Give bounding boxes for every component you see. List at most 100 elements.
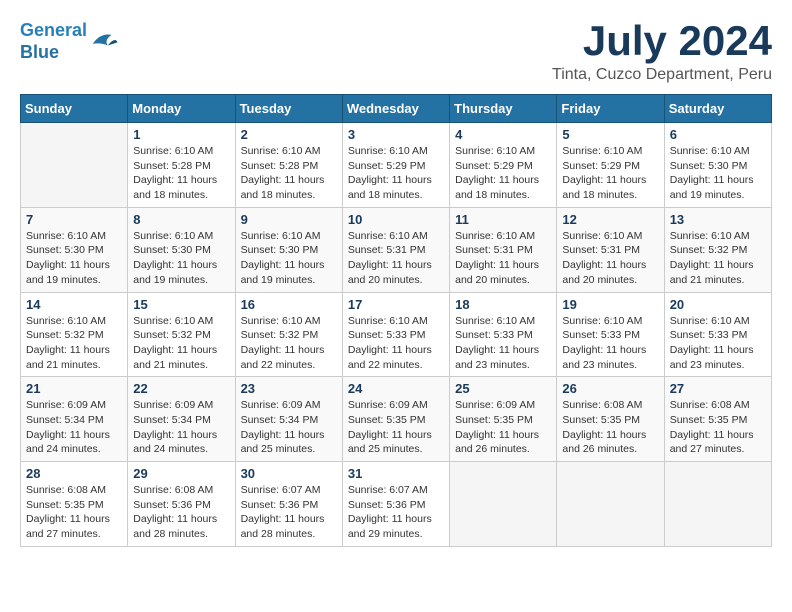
day-info: Sunrise: 6:08 AM Sunset: 5:36 PM Dayligh… (133, 483, 229, 542)
day-info: Sunrise: 6:10 AM Sunset: 5:29 PM Dayligh… (348, 144, 444, 203)
calendar-cell: 11Sunrise: 6:10 AM Sunset: 5:31 PM Dayli… (450, 207, 557, 292)
day-header-friday: Friday (557, 95, 664, 123)
day-info: Sunrise: 6:08 AM Sunset: 5:35 PM Dayligh… (26, 483, 122, 542)
week-row-3: 14 Sunrise: 6:10 AM Sunset: 5:32 PM Dayli… (21, 292, 772, 377)
day-number: 12 (562, 212, 658, 227)
day-number: 30 (241, 466, 337, 481)
day-info: Sunrise: 6:10 AM Sunset: 5:33 PM Dayligh… (348, 314, 444, 373)
day-info: Sunrise: 6:08 AM Sunset: 5:35 PM Dayligh… (670, 398, 766, 457)
day-number: 16 (241, 297, 337, 312)
logo-line2: Blue (20, 42, 59, 62)
day-number: 4 (455, 127, 551, 142)
day-number: 20 (670, 297, 766, 312)
day-info: Sunrise: 6:10 AM Sunset: 5:31 PM Dayligh… (348, 229, 444, 288)
calendar-cell: 24 Sunrise: 6:09 AM Sunset: 5:35 PM Dayli… (342, 377, 449, 462)
week-row-4: 21 Sunrise: 6:09 AM Sunset: 5:34 PM Dayli… (21, 377, 772, 462)
calendar-cell: 17Sunrise: 6:10 AM Sunset: 5:33 PM Dayli… (342, 292, 449, 377)
day-header-tuesday: Tuesday (235, 95, 342, 123)
day-info: Sunrise: 6:10 AM Sunset: 5:33 PM Dayligh… (562, 314, 658, 373)
day-info: Sunrise: 6:08 AM Sunset: 5:35 PM Dayligh… (562, 398, 658, 457)
day-number: 29 (133, 466, 229, 481)
calendar-cell: 19 Sunrise: 6:10 AM Sunset: 5:33 PM Dayli… (557, 292, 664, 377)
week-row-1: 1 Sunrise: 6:10 AM Sunset: 5:28 PM Daylig… (21, 123, 772, 208)
day-number: 9 (241, 212, 337, 227)
day-number: 18 (455, 297, 551, 312)
location: Tinta, Cuzco Department, Peru (552, 66, 772, 84)
calendar-cell (664, 462, 771, 547)
day-number: 19 (562, 297, 658, 312)
day-number: 23 (241, 381, 337, 396)
calendar-cell: 15 Sunrise: 6:10 AM Sunset: 5:32 PM Dayli… (128, 292, 235, 377)
logo-line1: General (20, 20, 87, 40)
day-number: 1 (133, 127, 229, 142)
day-info: Sunrise: 6:10 AM Sunset: 5:30 PM Dayligh… (133, 229, 229, 288)
calendar-cell: 27Sunrise: 6:08 AM Sunset: 5:35 PM Dayli… (664, 377, 771, 462)
calendar-cell: 2Sunrise: 6:10 AM Sunset: 5:28 PM Daylig… (235, 123, 342, 208)
calendar-cell: 13Sunrise: 6:10 AM Sunset: 5:32 PM Dayli… (664, 207, 771, 292)
day-number: 24 (348, 381, 444, 396)
logo: General Blue (20, 20, 119, 63)
day-info: Sunrise: 6:09 AM Sunset: 5:34 PM Dayligh… (26, 398, 122, 457)
calendar-cell: 8 Sunrise: 6:10 AM Sunset: 5:30 PM Daylig… (128, 207, 235, 292)
day-number: 5 (562, 127, 658, 142)
calendar-cell: 9 Sunrise: 6:10 AM Sunset: 5:30 PM Daylig… (235, 207, 342, 292)
day-info: Sunrise: 6:10 AM Sunset: 5:33 PM Dayligh… (455, 314, 551, 373)
calendar-cell: 5 Sunrise: 6:10 AM Sunset: 5:29 PM Daylig… (557, 123, 664, 208)
day-number: 21 (26, 381, 122, 396)
day-info: Sunrise: 6:09 AM Sunset: 5:34 PM Dayligh… (241, 398, 337, 457)
day-info: Sunrise: 6:07 AM Sunset: 5:36 PM Dayligh… (241, 483, 337, 542)
calendar-cell: 20 Sunrise: 6:10 AM Sunset: 5:33 PM Dayli… (664, 292, 771, 377)
calendar-cell: 30 Sunrise: 6:07 AM Sunset: 5:36 PM Dayli… (235, 462, 342, 547)
week-row-2: 7 Sunrise: 6:10 AM Sunset: 5:30 PM Daylig… (21, 207, 772, 292)
day-number: 3 (348, 127, 444, 142)
calendar-cell: 14 Sunrise: 6:10 AM Sunset: 5:32 PM Dayli… (21, 292, 128, 377)
calendar-cell: 22 Sunrise: 6:09 AM Sunset: 5:34 PM Dayli… (128, 377, 235, 462)
day-info: Sunrise: 6:10 AM Sunset: 5:30 PM Dayligh… (26, 229, 122, 288)
day-number: 26 (562, 381, 658, 396)
day-info: Sunrise: 6:10 AM Sunset: 5:32 PM Dayligh… (26, 314, 122, 373)
calendar-cell: 7 Sunrise: 6:10 AM Sunset: 5:30 PM Daylig… (21, 207, 128, 292)
day-number: 14 (26, 297, 122, 312)
day-number: 7 (26, 212, 122, 227)
day-info: Sunrise: 6:10 AM Sunset: 5:31 PM Dayligh… (455, 229, 551, 288)
logo-bird-icon (89, 27, 119, 57)
page-header: General Blue July 2024 Tinta, Cuzco Depa… (20, 20, 772, 84)
calendar-cell: 18 Sunrise: 6:10 AM Sunset: 5:33 PM Dayli… (450, 292, 557, 377)
day-number: 28 (26, 466, 122, 481)
day-info: Sunrise: 6:09 AM Sunset: 5:34 PM Dayligh… (133, 398, 229, 457)
day-number: 22 (133, 381, 229, 396)
week-row-5: 28 Sunrise: 6:08 AM Sunset: 5:35 PM Dayli… (21, 462, 772, 547)
day-info: Sunrise: 6:10 AM Sunset: 5:30 PM Dayligh… (670, 144, 766, 203)
calendar-cell: 16 Sunrise: 6:10 AM Sunset: 5:32 PM Dayli… (235, 292, 342, 377)
calendar-cell: 10 Sunrise: 6:10 AM Sunset: 5:31 PM Dayli… (342, 207, 449, 292)
day-info: Sunrise: 6:10 AM Sunset: 5:29 PM Dayligh… (455, 144, 551, 203)
day-info: Sunrise: 6:10 AM Sunset: 5:33 PM Dayligh… (670, 314, 766, 373)
calendar-cell: 31Sunrise: 6:07 AM Sunset: 5:36 PM Dayli… (342, 462, 449, 547)
day-header-sunday: Sunday (21, 95, 128, 123)
day-header-monday: Monday (128, 95, 235, 123)
day-info: Sunrise: 6:10 AM Sunset: 5:28 PM Dayligh… (133, 144, 229, 203)
calendar-cell: 21 Sunrise: 6:09 AM Sunset: 5:34 PM Dayli… (21, 377, 128, 462)
day-info: Sunrise: 6:09 AM Sunset: 5:35 PM Dayligh… (455, 398, 551, 457)
calendar-cell: 3 Sunrise: 6:10 AM Sunset: 5:29 PM Daylig… (342, 123, 449, 208)
calendar-cell (450, 462, 557, 547)
day-info: Sunrise: 6:09 AM Sunset: 5:35 PM Dayligh… (348, 398, 444, 457)
calendar-cell: 28 Sunrise: 6:08 AM Sunset: 5:35 PM Dayli… (21, 462, 128, 547)
day-info: Sunrise: 6:10 AM Sunset: 5:32 PM Dayligh… (241, 314, 337, 373)
day-number: 8 (133, 212, 229, 227)
calendar-cell: 25Sunrise: 6:09 AM Sunset: 5:35 PM Dayli… (450, 377, 557, 462)
day-number: 10 (348, 212, 444, 227)
days-header-row: SundayMondayTuesdayWednesdayThursdayFrid… (21, 95, 772, 123)
calendar-cell (21, 123, 128, 208)
logo-text: General Blue (20, 20, 87, 63)
calendar-cell: 23 Sunrise: 6:09 AM Sunset: 5:34 PM Dayli… (235, 377, 342, 462)
day-info: Sunrise: 6:10 AM Sunset: 5:30 PM Dayligh… (241, 229, 337, 288)
calendar-cell: 4 Sunrise: 6:10 AM Sunset: 5:29 PM Daylig… (450, 123, 557, 208)
day-number: 15 (133, 297, 229, 312)
day-info: Sunrise: 6:10 AM Sunset: 5:32 PM Dayligh… (133, 314, 229, 373)
day-header-wednesday: Wednesday (342, 95, 449, 123)
day-info: Sunrise: 6:07 AM Sunset: 5:36 PM Dayligh… (348, 483, 444, 542)
calendar-cell: 12 Sunrise: 6:10 AM Sunset: 5:31 PM Dayli… (557, 207, 664, 292)
day-info: Sunrise: 6:10 AM Sunset: 5:31 PM Dayligh… (562, 229, 658, 288)
day-info: Sunrise: 6:10 AM Sunset: 5:29 PM Dayligh… (562, 144, 658, 203)
